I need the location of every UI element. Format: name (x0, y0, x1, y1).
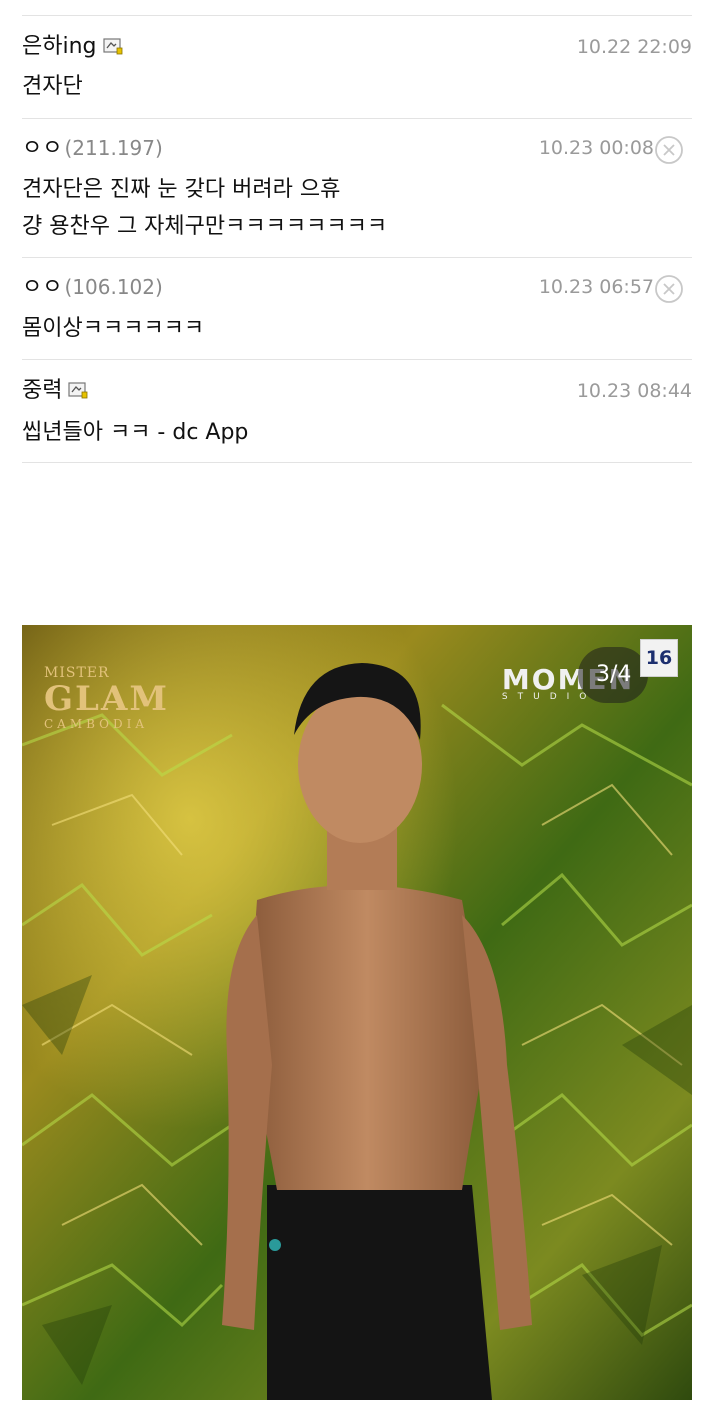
comment-text: 걍 용찬우 그 자체구만ㅋㅋㅋㅋㅋㅋㅋㅋ (22, 214, 388, 239)
delete-circle-x-icon[interactable] (654, 135, 684, 165)
nickname-text[interactable]: 은하ing (22, 34, 97, 59)
comment-nickname[interactable]: ㅇㅇ (211.197) (22, 133, 163, 164)
comment-item: 중력 10.23 08:44 씹년들아 ㅋㅋ - dc App (22, 360, 692, 463)
nickname-text[interactable]: ㅇㅇ (22, 136, 62, 161)
comment-nickname[interactable]: 중력 (22, 376, 88, 406)
ip-address: (211.197) (64, 136, 163, 160)
comment-date: 10.23 00:08 (538, 137, 654, 159)
comment-item: 은하ing 10.22 22:09 견자단 (22, 16, 692, 119)
image-pager: 3/4 (578, 647, 648, 703)
comment-item: ㅇㅇ (106.102) 10.23 06:57 몸이상ㅋㅋㅋㅋㅋㅋ (22, 258, 692, 360)
nickname-text[interactable]: 중력 (22, 378, 62, 403)
comment-date: 10.23 06:57 (538, 276, 654, 298)
comment-date: 10.23 08:44 (576, 380, 692, 402)
brand-left-line2: GLAM (44, 679, 169, 719)
comment-nickname[interactable]: ㅇㅇ (106.102) (22, 272, 163, 303)
comment-text: 견자단은 진짜 눈 갖다 버려라 으휴 (22, 177, 341, 202)
image-count-badge[interactable]: 16 (640, 639, 678, 677)
photo-illustration (22, 625, 692, 1400)
ip-address: (106.102) (64, 275, 163, 299)
delete-circle-x-icon[interactable] (654, 274, 684, 304)
comment-text: 몸이상ㅋㅋㅋㅋㅋㅋ (22, 316, 205, 341)
comment-text: 견자단 (22, 74, 83, 99)
comment-nickname[interactable]: 은하ing (22, 32, 123, 62)
gallery-member-icon (68, 382, 88, 399)
brand-left-line3: CAMBODIA (44, 717, 149, 731)
nickname-text[interactable]: ㅇㅇ (22, 275, 62, 300)
gallery-member-icon (102, 38, 122, 55)
comment-text: 씹년들아 ㅋㅋ - dc App (22, 420, 249, 445)
brand-logo-left: MISTER GLAM CAMBODIA (44, 665, 169, 731)
post-image[interactable]: MISTER GLAM CAMBODIA MOMEN STUDIO 3/4 16 (22, 625, 692, 1400)
comment-item: ㅇㅇ (211.197) 10.23 00:08 견자단은 진짜 눈 갖다 버려라… (22, 119, 692, 258)
comment-date: 10.22 22:09 (576, 36, 692, 58)
